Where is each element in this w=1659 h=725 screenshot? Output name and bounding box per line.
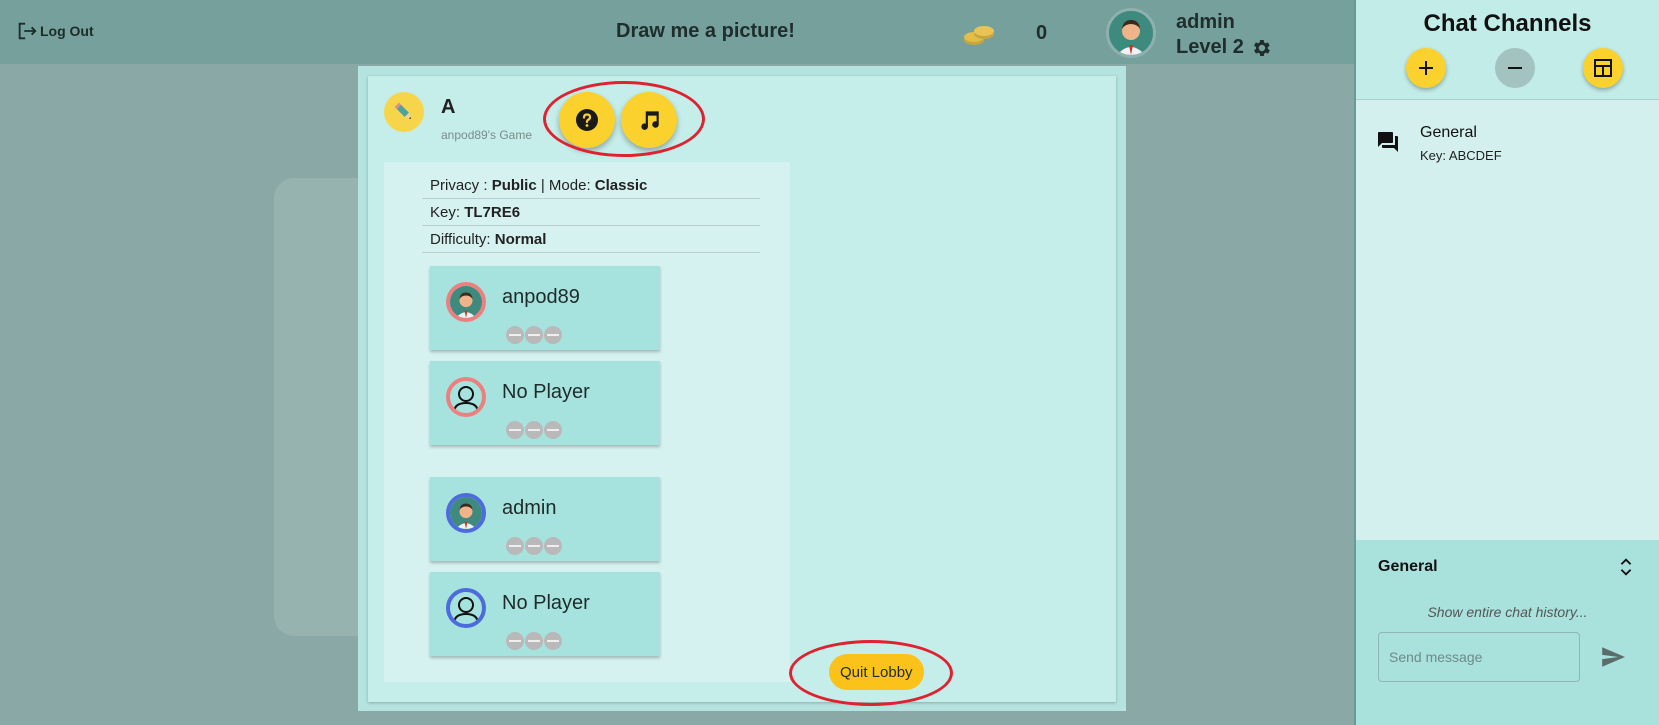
- chat-box: General Show entire chat history...: [1356, 540, 1659, 725]
- player-badges: [506, 326, 562, 344]
- game-name: A: [441, 96, 456, 118]
- player-avatar: [446, 282, 486, 322]
- badge-icon: [544, 632, 562, 650]
- player-card[interactable]: No Player: [430, 572, 660, 656]
- remove-channel-button[interactable]: [1495, 48, 1535, 88]
- player-name: anpod89: [502, 286, 580, 308]
- empty-avatar-icon: [453, 597, 479, 624]
- person-avatar-icon: [450, 497, 482, 529]
- top-bar: Log Out Draw me a picture! 0 admin Level…: [0, 0, 1354, 64]
- badge-icon: [525, 632, 543, 650]
- channel-name: General: [1420, 124, 1477, 141]
- active-channel-title: General: [1378, 558, 1438, 575]
- coin-count: 0: [1036, 22, 1048, 44]
- key-value: TL7RE6: [464, 204, 521, 221]
- empty-avatar-icon: [453, 386, 479, 413]
- help-button[interactable]: [559, 92, 615, 148]
- player-badges: [506, 632, 562, 650]
- player-badges: [506, 421, 562, 439]
- player-badges: [506, 537, 562, 555]
- player-avatar: [446, 377, 486, 417]
- difficulty-label: Difficulty:: [430, 231, 495, 248]
- badge-icon: [525, 421, 543, 439]
- badge-icon: [544, 421, 562, 439]
- player-name: No Player: [502, 381, 590, 403]
- badge-icon: [506, 632, 524, 650]
- game-owner: anpod89's Game: [441, 128, 533, 142]
- user-level: Level 2: [1176, 36, 1272, 59]
- badge-icon: [506, 326, 524, 344]
- chat-title: Chat Channels: [1423, 10, 1592, 37]
- person-avatar-icon: [1109, 11, 1153, 55]
- badge-icon: [544, 537, 562, 555]
- difficulty-value: Normal: [494, 231, 547, 248]
- chat-history-link[interactable]: Show entire chat history...: [1356, 604, 1659, 620]
- lobby-panel: A anpod89's Game Privacy : Public | Mode…: [368, 76, 1116, 706]
- user-avatar[interactable]: [1106, 8, 1156, 58]
- mode-value: Classic: [594, 177, 648, 194]
- user-level-label: Level 2: [1176, 36, 1244, 58]
- logout-label: Log Out: [40, 23, 94, 39]
- pencil-icon: [384, 92, 424, 132]
- user-name: admin: [1176, 11, 1235, 33]
- privacy-mode-row: Privacy : Public | Mode: Classic: [422, 172, 760, 199]
- lobby-info-panel: Privacy : Public | Mode: Classic Key: TL…: [384, 162, 790, 682]
- channel-key: Key: ABCDEF: [1420, 148, 1502, 163]
- player-card[interactable]: admin: [430, 477, 660, 561]
- chat-panel: Chat Channels General Key: ABCDEF Genera…: [1354, 0, 1659, 725]
- detach-chat-button[interactable]: [1583, 48, 1623, 88]
- difficulty-row: Difficulty: Normal: [422, 226, 760, 253]
- mode-label: | Mode:: [536, 177, 595, 194]
- badge-icon: [525, 537, 543, 555]
- question-icon: [576, 109, 598, 131]
- music-note-icon: [641, 111, 659, 130]
- player-card[interactable]: anpod89: [430, 266, 660, 350]
- plus-icon: [1419, 61, 1433, 75]
- window-icon: [1594, 59, 1612, 77]
- music-button[interactable]: [621, 92, 677, 148]
- quit-lobby-button[interactable]: Quit Lobby: [829, 654, 924, 690]
- badge-icon: [506, 421, 524, 439]
- badge-icon: [544, 326, 562, 344]
- privacy-value: Public: [491, 177, 537, 194]
- send-icon[interactable]: [1600, 644, 1626, 670]
- forum-icon: [1378, 132, 1398, 152]
- player-card[interactable]: No Player: [430, 361, 660, 445]
- logout-icon: [18, 22, 37, 40]
- coins-icon: [962, 22, 996, 53]
- page-title: Draw me a picture!: [616, 20, 795, 42]
- message-input[interactable]: [1378, 632, 1580, 682]
- chat-header: Chat Channels: [1356, 0, 1659, 100]
- channel-item[interactable]: General Key: ABCDEF: [1356, 110, 1659, 170]
- key-label: Key:: [430, 204, 465, 221]
- logout-button[interactable]: Log Out: [16, 20, 94, 42]
- person-avatar-icon: [450, 286, 482, 318]
- gear-icon[interactable]: [1250, 37, 1272, 59]
- minus-icon: [1508, 67, 1522, 69]
- player-name: No Player: [502, 592, 590, 614]
- key-row: Key: TL7RE6: [422, 199, 760, 226]
- unfold-icon[interactable]: [1615, 556, 1637, 578]
- player-avatar: [446, 493, 486, 533]
- player-avatar: [446, 588, 486, 628]
- badge-icon: [525, 326, 543, 344]
- privacy-label: Privacy :: [430, 177, 492, 194]
- player-name: admin: [502, 497, 557, 519]
- lobby-modal: A anpod89's Game Privacy : Public | Mode…: [358, 66, 1126, 711]
- badge-icon: [506, 537, 524, 555]
- add-channel-button[interactable]: [1406, 48, 1446, 88]
